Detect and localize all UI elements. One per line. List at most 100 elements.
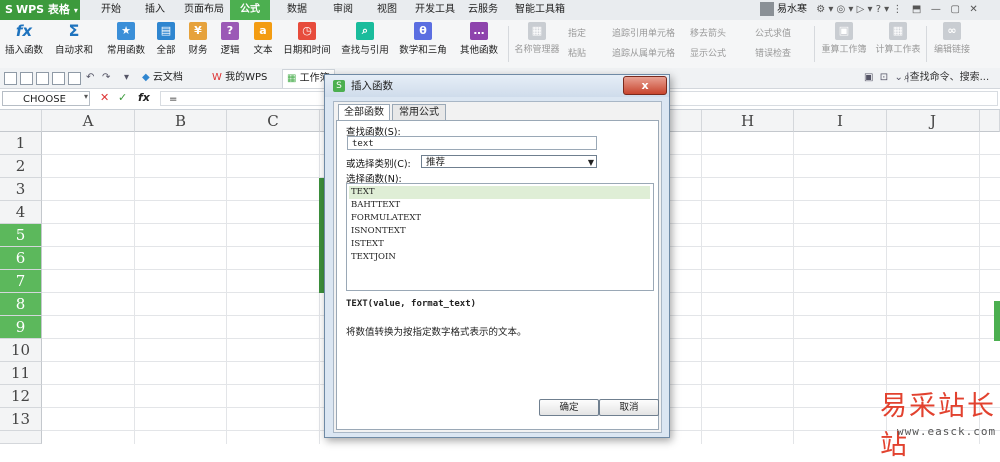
row-header[interactable] (0, 431, 42, 444)
recalc-workbook-label: 重算工作簿 (821, 45, 867, 55)
cancel-icon[interactable]: ✕ (100, 91, 109, 104)
list-item[interactable]: ISNONTEXT (349, 225, 650, 238)
undo-icon[interactable]: ↶ (86, 68, 94, 88)
select-all-corner[interactable] (0, 110, 42, 132)
column-header[interactable]: J (887, 110, 980, 132)
column-header[interactable]: I (794, 110, 887, 132)
other-label: 其他函数 (459, 45, 498, 56)
close-button[interactable]: x (623, 76, 667, 95)
row-header[interactable]: 3 (0, 178, 42, 201)
error-check-button[interactable]: 错误检查 (755, 46, 791, 59)
list-item[interactable]: TEXTJOIN (349, 251, 650, 264)
command-search[interactable]: ⌕查找命令、搜索... (904, 68, 989, 88)
text-functions-button[interactable]: a 文本 (248, 22, 278, 56)
trace-dependents-button[interactable]: 追踪从属单元格 (612, 46, 675, 59)
user-name[interactable]: 易水寒 (777, 4, 807, 15)
save-icon[interactable] (20, 72, 33, 85)
preview-icon[interactable] (68, 72, 81, 85)
watermark-url: www.easck.com (897, 425, 997, 438)
column-header[interactable] (980, 110, 1000, 132)
app-menu-button[interactable]: S WPS 表格 ▾ (0, 0, 80, 20)
name-box[interactable]: CHOOSE (2, 91, 90, 106)
tab-review[interactable]: 审阅 (328, 0, 358, 20)
list-item-selected[interactable]: TEXT (349, 186, 650, 199)
fx-button[interactable]: fx (138, 91, 150, 104)
row-header-selected[interactable]: 8 (0, 293, 42, 316)
column-header[interactable]: H (702, 110, 794, 132)
ok-button[interactable]: 确定 (539, 399, 599, 416)
row-header[interactable]: 10 (0, 339, 42, 362)
category-select[interactable]: 推荐 ▼ (421, 155, 597, 168)
tab-page-layout[interactable]: 页面布局 (180, 0, 228, 20)
toolbar-icons[interactable]: ⚙ ▾ ◎ ▾ ▷ ▾ ? ▾ ⋮ ⬒ — ▢ ✕ (816, 4, 978, 15)
side-panel-handle[interactable] (994, 301, 1000, 341)
name-box-dropdown-icon[interactable]: ▾ (84, 92, 88, 101)
row-header-selected[interactable]: 5 (0, 224, 42, 247)
row-header[interactable]: 4 (0, 201, 42, 224)
calc-sheet-button[interactable]: ▦ 计算工作表 (872, 22, 924, 55)
show-formulas-button[interactable]: 显示公式 (690, 46, 726, 59)
autosum-button[interactable]: Σ 自动求和 (50, 22, 98, 57)
formula-evaluate-button[interactable]: 公式求值 (755, 26, 791, 39)
cube-icon: ◆ (142, 72, 150, 83)
tab-view[interactable]: 视图 (372, 0, 402, 20)
avatar[interactable] (760, 2, 774, 16)
row-header[interactable]: 12 (0, 385, 42, 408)
row-header[interactable]: 13 (0, 408, 42, 431)
doc-tab-cloud[interactable]: ◆ 云文档 (138, 69, 187, 87)
common-functions-button[interactable]: ★ 常用函数 (102, 22, 150, 56)
tab-home[interactable]: 开始 (96, 0, 126, 20)
paste-button[interactable]: 粘贴 (568, 46, 586, 59)
doc-tab-mywps[interactable]: W 我的WPS (208, 69, 271, 87)
toolbar-extra-icons[interactable]: ▣ ⊡ ⌄ | (864, 68, 909, 88)
datetime-button[interactable]: ◷ 日期和时间 (280, 22, 334, 56)
list-item[interactable]: ISTEXT (349, 238, 650, 251)
tab-smart-tools[interactable]: 智能工具箱 (510, 0, 570, 20)
confirm-icon[interactable]: ✓ (118, 91, 127, 104)
function-list[interactable]: TEXT BAHTTEXT FORMULATEXT ISNONTEXT ISTE… (346, 183, 654, 291)
lookup-button[interactable]: ⌕ 查找与引用 (338, 22, 392, 56)
other-functions-button[interactable]: … 其他函数 (454, 22, 504, 56)
edit-links-button[interactable]: ∞ 编辑链接 (930, 22, 974, 55)
coins-icon: ¥ (189, 22, 207, 40)
text-label: 文本 (253, 45, 273, 56)
row-header[interactable]: 2 (0, 155, 42, 178)
list-item[interactable]: BAHTTEXT (349, 199, 650, 212)
recalc-workbook-button[interactable]: ▣ 重算工作簿 (818, 22, 870, 55)
customize-icon[interactable]: ▾ (124, 68, 129, 88)
open-icon[interactable] (4, 72, 17, 85)
tab-common-formulas[interactable]: 常用公式 (392, 104, 446, 120)
math-button[interactable]: θ 数学和三角 (396, 22, 450, 56)
finance-button[interactable]: ¥ 财务 (184, 22, 212, 56)
tab-insert[interactable]: 插入 (140, 0, 170, 20)
column-header[interactable]: C (227, 110, 320, 132)
list-item[interactable]: FORMULATEXT (349, 212, 650, 225)
trace-precedents-button[interactable]: 追踪引用单元格 (612, 26, 675, 39)
tab-cloud[interactable]: 云服务 (466, 0, 500, 20)
redo-icon[interactable]: ↷ (102, 68, 110, 88)
more-icon: … (470, 22, 488, 40)
row-header-selected[interactable]: 6 (0, 247, 42, 270)
tab-data[interactable]: 数据 (282, 0, 312, 20)
all-functions-button[interactable]: ▤ 全部 (152, 22, 180, 56)
row-header-selected[interactable]: 7 (0, 270, 42, 293)
tab-developer[interactable]: 开发工具 (414, 0, 456, 20)
name-manager-button[interactable]: ▦ 名称管理器 (512, 22, 562, 55)
logic-button[interactable]: ? 逻辑 (216, 22, 244, 56)
search-input[interactable]: text (347, 136, 597, 150)
column-header[interactable]: B (135, 110, 227, 132)
tab-formulas[interactable]: 公式 (230, 0, 270, 20)
column-header[interactable]: A (42, 110, 135, 132)
specify-button[interactable]: 指定 (568, 26, 586, 39)
tab-all-functions[interactable]: 全部函数 (338, 104, 390, 121)
cancel-button[interactable]: 取消 (599, 399, 659, 416)
insert-function-button[interactable]: fx 插入函数 (4, 22, 44, 56)
new-icon[interactable] (36, 72, 49, 85)
print-icon[interactable] (52, 72, 65, 85)
dialog-titlebar[interactable]: S 插入函数 x (325, 75, 669, 97)
star-icon: ★ (117, 22, 135, 40)
row-header[interactable]: 11 (0, 362, 42, 385)
row-header-selected[interactable]: 9 (0, 316, 42, 339)
remove-arrows-button[interactable]: 移去箭头 (690, 26, 726, 39)
row-header[interactable]: 1 (0, 132, 42, 155)
